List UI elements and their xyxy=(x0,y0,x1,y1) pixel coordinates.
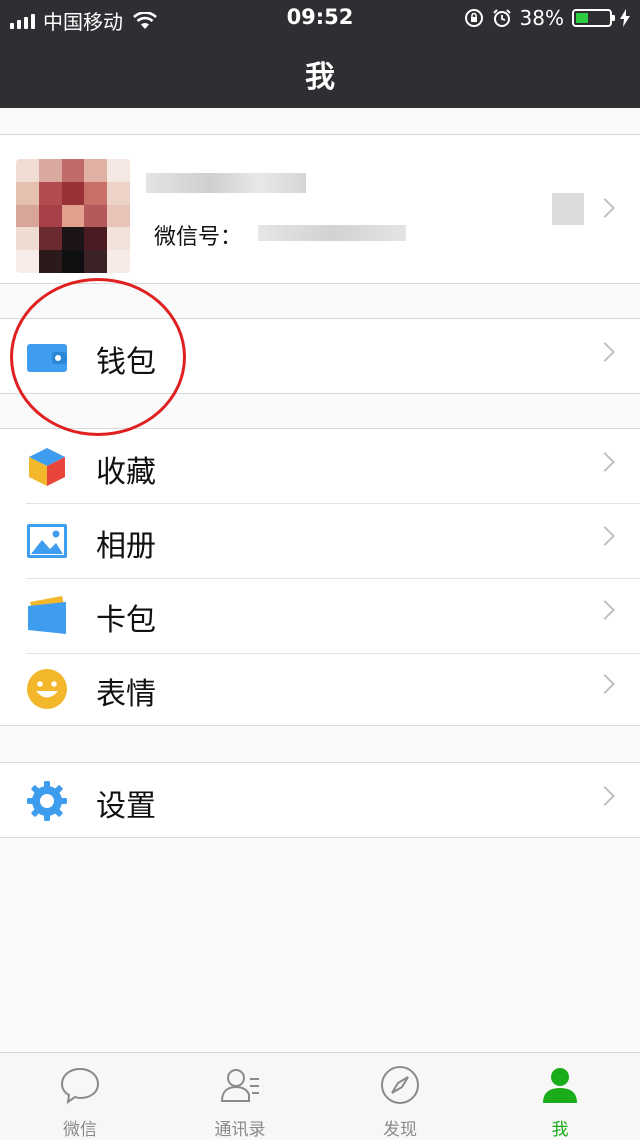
chevron-right-icon xyxy=(595,452,615,472)
profile-card[interactable]: 微信号： xyxy=(0,134,640,284)
qr-code-icon[interactable] xyxy=(552,193,584,225)
chevron-right-icon xyxy=(595,600,615,620)
navigation-bar: 我 xyxy=(0,36,640,108)
status-bar: 中国移动 09:52 38% xyxy=(0,0,640,36)
favorites-cube-icon xyxy=(29,448,65,486)
album-icon xyxy=(27,524,67,558)
tab-label: 发现 xyxy=(383,1120,417,1140)
avatar[interactable] xyxy=(16,159,130,273)
tab-bar: 微信 通讯录 发现 我 xyxy=(0,1052,640,1140)
smiley-icon xyxy=(27,669,67,709)
menu-item-album[interactable]: 相册 xyxy=(0,503,640,577)
tab-discover[interactable]: 发现 xyxy=(320,1053,480,1140)
menu-label-album: 相册 xyxy=(96,529,156,564)
menu-label-stickers: 表情 xyxy=(96,677,156,712)
wallet-group: 钱包 xyxy=(0,318,640,394)
wechat-id-redacted xyxy=(258,225,406,241)
menu-item-wallet[interactable]: 钱包 xyxy=(0,319,640,393)
wallet-icon xyxy=(27,344,67,372)
nickname-redacted xyxy=(146,173,306,193)
contacts-icon xyxy=(220,1069,259,1102)
chevron-right-icon xyxy=(595,526,615,546)
compass-icon xyxy=(381,1066,419,1104)
tab-chats[interactable]: 微信 xyxy=(0,1053,160,1140)
features-group: 收藏 相册 卡包 表情 xyxy=(0,428,640,726)
battery-percent: 38% xyxy=(519,6,564,30)
menu-item-stickers[interactable]: 表情 xyxy=(0,651,640,725)
menu-label-favorites: 收藏 xyxy=(96,455,156,490)
gear-icon xyxy=(27,781,67,821)
alarm-icon xyxy=(492,9,511,27)
chevron-right-icon xyxy=(595,342,615,362)
chevron-right-icon xyxy=(595,674,615,694)
rotation-lock-icon xyxy=(464,9,483,27)
cards-icon xyxy=(28,596,66,634)
tab-me[interactable]: 我 xyxy=(480,1053,640,1140)
tab-label: 我 xyxy=(551,1120,569,1140)
tab-label: 通讯录 xyxy=(214,1120,266,1140)
menu-label-wallet: 钱包 xyxy=(96,345,156,380)
wechat-id-label: 微信号： xyxy=(154,225,243,250)
tab-contacts[interactable]: 通讯录 xyxy=(160,1053,320,1140)
settings-group: 设置 xyxy=(0,762,640,838)
person-icon xyxy=(543,1068,577,1103)
chat-bubble-icon xyxy=(60,1067,100,1105)
menu-label-cards: 卡包 xyxy=(96,603,156,638)
chevron-right-icon xyxy=(595,786,615,806)
menu-label-settings: 设置 xyxy=(96,789,156,824)
chevron-right-icon xyxy=(595,198,615,218)
tab-label: 微信 xyxy=(63,1120,97,1140)
battery-icon xyxy=(572,9,615,27)
page-title: 我 xyxy=(305,60,335,95)
menu-item-settings[interactable]: 设置 xyxy=(0,763,640,837)
menu-item-favorites[interactable]: 收藏 xyxy=(0,429,640,503)
charging-icon xyxy=(620,9,630,27)
status-right: 38% xyxy=(464,6,630,30)
menu-item-cards[interactable]: 卡包 xyxy=(0,577,640,651)
